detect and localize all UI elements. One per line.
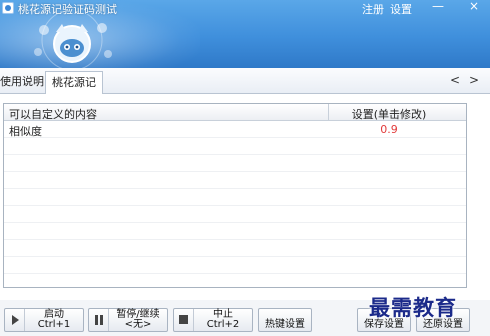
grid-header: 可以自定义的内容 设置(单击修改) <box>4 104 466 121</box>
header-setting: 设置(单击修改) <box>351 108 427 121</box>
empty-row <box>4 138 466 155</box>
empty-row <box>4 257 466 274</box>
hotkey-settings-label: 热键设置 <box>265 319 305 330</box>
header-custom-content: 可以自定义的内容 <box>9 108 97 121</box>
empty-row <box>4 206 466 223</box>
close-button[interactable]: × <box>464 0 484 13</box>
mascot-logo <box>34 14 112 68</box>
row-name-similarity: 相似度 <box>9 125 42 138</box>
empty-row <box>4 240 466 257</box>
start-shortcut: Ctrl+1 <box>37 319 71 330</box>
table-row[interactable]: 相似度 0.9 <box>4 121 466 138</box>
empty-row <box>4 223 466 240</box>
title-banner: 桃花源记验证码测试 注册 设置 — × <box>0 0 490 68</box>
stop-shortcut: Ctrl+2 <box>206 319 240 330</box>
pause-shortcut: <无> <box>124 319 152 330</box>
stop-icon <box>174 309 194 331</box>
empty-row <box>4 172 466 189</box>
minimize-button[interactable]: — <box>428 0 448 13</box>
tab-scroll-right-icon[interactable]: > <box>466 72 482 89</box>
start-button[interactable]: 启动 Ctrl+1 <box>4 308 84 332</box>
pause-icon <box>89 309 109 331</box>
empty-row <box>4 155 466 172</box>
pause-resume-button[interactable]: 暂停/继续 <无> <box>88 308 168 332</box>
tab-bar: 使用说明 桃花源记 < > <box>0 68 490 94</box>
watermark-text: 最需教育 <box>369 295 457 320</box>
play-icon <box>5 309 25 331</box>
register-link[interactable]: 注册 <box>362 1 384 17</box>
app-icon <box>2 2 14 14</box>
tab-usage-instructions[interactable]: 使用说明 <box>0 71 50 94</box>
tab-taohuayuanji[interactable]: 桃花源记 <box>45 71 103 94</box>
row-value-similarity[interactable]: 0.9 <box>329 123 449 136</box>
settings-grid: 可以自定义的内容 设置(单击修改) 相似度 0.9 <box>3 103 467 288</box>
tab-scroll-left-icon[interactable]: < <box>447 72 463 89</box>
stop-button[interactable]: 中止 Ctrl+2 <box>173 308 253 332</box>
hotkey-settings-button[interactable]: 热键设置 <box>258 308 312 332</box>
empty-row <box>4 189 466 206</box>
settings-link[interactable]: 设置 <box>390 1 412 17</box>
